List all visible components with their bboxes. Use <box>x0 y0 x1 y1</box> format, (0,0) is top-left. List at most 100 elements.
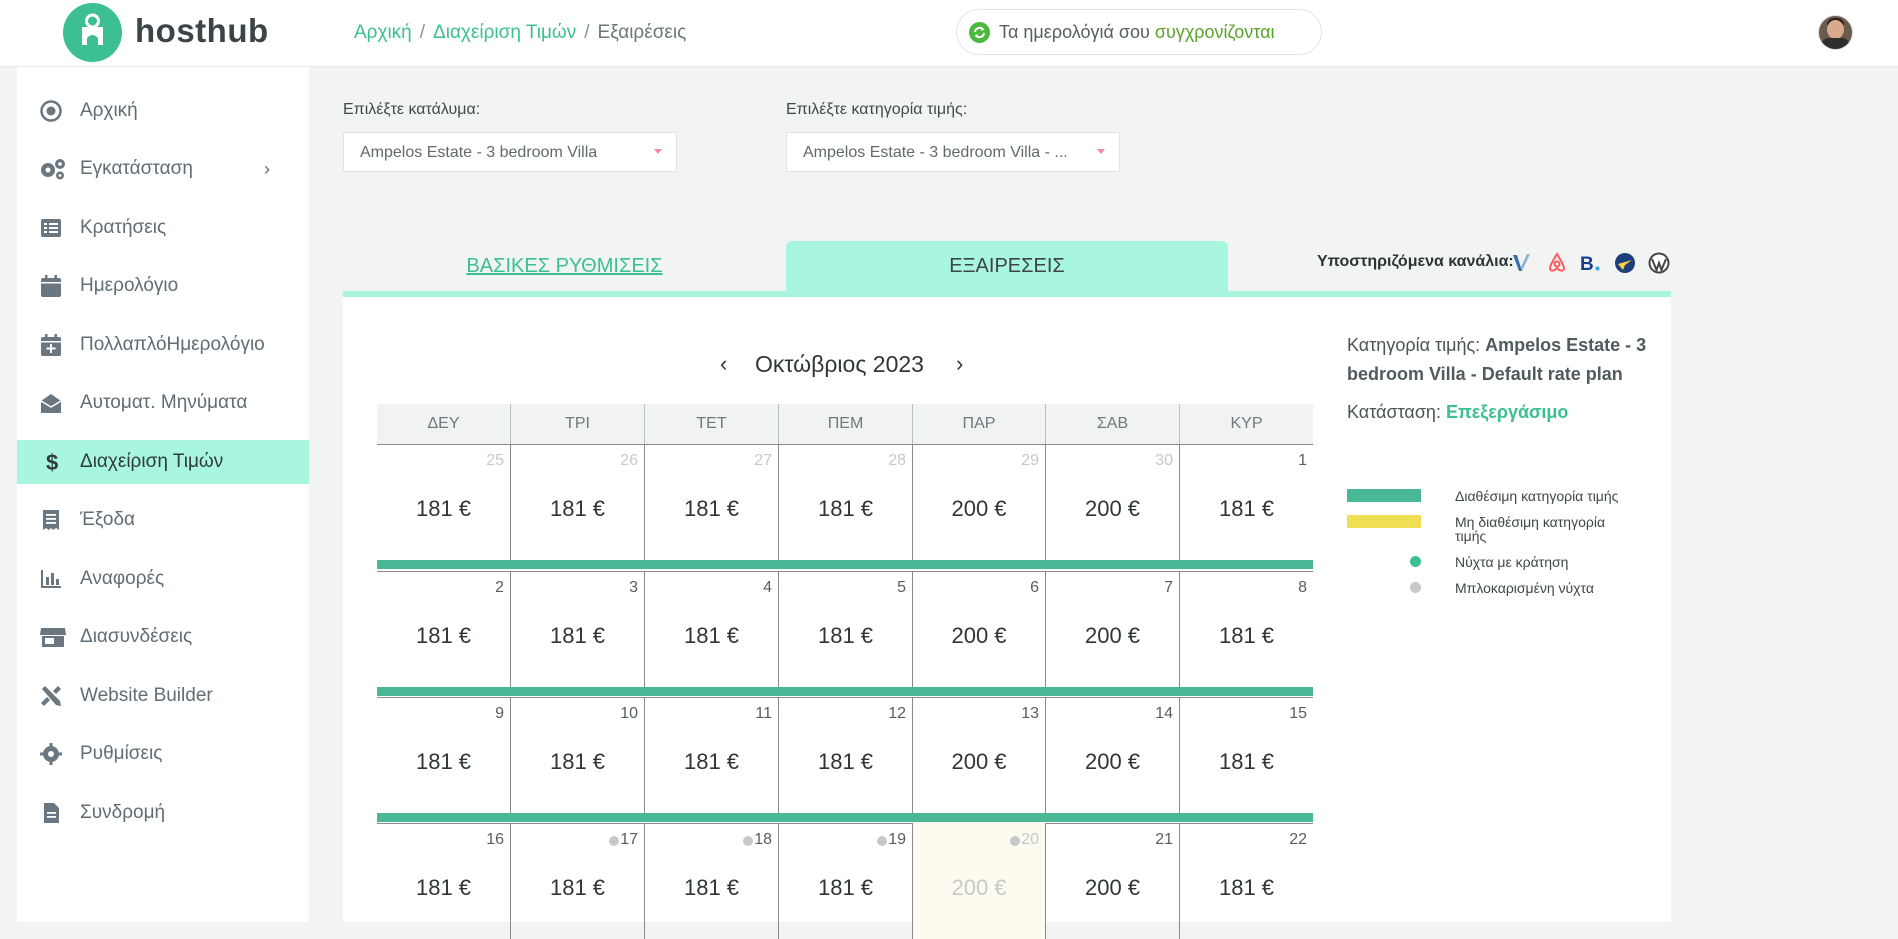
weekday-header-cell: ΤΡΙ <box>510 404 644 444</box>
bar-chart-icon <box>41 570 61 588</box>
day-price: 200 € <box>1084 749 1141 774</box>
available-rate-bar <box>377 813 1313 822</box>
calendar-plus-icon <box>41 334 61 356</box>
document-icon <box>44 803 59 823</box>
day-price: 181 € <box>415 875 472 900</box>
expedia-icon[interactable] <box>1613 251 1637 275</box>
chevron-right-icon[interactable]: › <box>956 351 963 377</box>
sidebar-item-label: Ημερολόγιο <box>80 275 179 296</box>
calendar-day-cell[interactable]: 10 181 € <box>510 697 644 813</box>
tools-icon <box>41 686 61 706</box>
chevron-left-icon[interactable]: ‹ <box>720 351 727 377</box>
day-number: 25 <box>486 452 504 469</box>
day-price: 181 € <box>1218 623 1275 648</box>
calendar-day-cell[interactable]: 1 181 € <box>1179 444 1313 560</box>
legend-unavailable-swatch <box>1347 515 1421 528</box>
calendar-day-cell[interactable]: 28 181 € <box>778 444 912 560</box>
list-icon <box>41 219 61 237</box>
legend-available-label: Διαθέσιμη κατηγορία τιμής <box>1455 488 1619 504</box>
day-price: 181 € <box>1218 749 1275 774</box>
calendar-day-cell[interactable]: 12 181 € <box>778 697 912 813</box>
calendar-day-cell[interactable]: 9 181 € <box>377 697 510 813</box>
calendar-day-cell[interactable]: 26 181 € <box>510 444 644 560</box>
calendar-day-cell[interactable]: 25 181 € <box>377 444 510 560</box>
calendar-day-cell[interactable]: 15 181 € <box>1179 697 1313 813</box>
day-price: 200 € <box>951 875 1007 900</box>
calendar-day-cell[interactable]: 7 200 € <box>1045 571 1179 687</box>
day-number: 11 <box>755 705 772 722</box>
sidebar-item-pricing[interactable]: $ Διαχείριση Τιμών <box>17 440 309 484</box>
sidebar-item-website-builder[interactable]: Website Builder <box>17 674 309 718</box>
sidebar-item-subscription[interactable]: Συνδρομή <box>17 791 309 835</box>
calendar-day-cell[interactable]: 13 200 € <box>912 697 1045 813</box>
day-number: 15 <box>1289 705 1307 722</box>
rate-select[interactable]: Ampelos Estate - 3 bedroom Villa - ... <box>786 132 1120 172</box>
breadcrumb-pricing-link[interactable]: Διαχείριση Τιμών <box>433 22 576 43</box>
calendar-day-cell[interactable]: 6 200 € <box>912 571 1045 687</box>
rate-category-line: Κατηγορία τιμής: Ampelos Estate - 3 bedr… <box>1347 331 1647 389</box>
sidebar-item-reports[interactable]: Αναφορές <box>17 557 309 601</box>
booking-icon[interactable]: B <box>1578 251 1602 275</box>
avatar-body <box>1821 38 1850 49</box>
day-price: 181 € <box>549 496 606 521</box>
sidebar-item-label: Συνδρομή <box>80 802 166 823</box>
legend-unavailable-label: Μη διαθέσιμη κατηγορία τιμής <box>1455 514 1606 544</box>
calendar-day-cell[interactable]: 5 181 € <box>778 571 912 687</box>
day-price: 181 € <box>415 749 472 774</box>
status-line: Κατάσταση: Επεξεργάσιμο <box>1347 398 1647 427</box>
day-price: 200 € <box>951 496 1007 521</box>
sidebar-item-multi-calendar[interactable]: ΠολλαπλόΗμερολόγιο <box>17 323 309 367</box>
svg-text:$: $ <box>46 450 58 474</box>
tab-exceptions[interactable]: ΕΞΑΙΡΕΣΕΙΣ <box>786 241 1228 291</box>
chevron-right-icon: › <box>264 159 270 179</box>
available-rate-bar <box>377 560 1313 569</box>
sidebar-item-expenses[interactable]: Έξοδα <box>17 498 309 542</box>
wordpress-icon[interactable] <box>1647 251 1671 275</box>
sidebar-item-bookings[interactable]: Κρατήσεις <box>17 206 309 250</box>
property-select[interactable]: Ampelos Estate - 3 bedroom Villa <box>343 132 677 172</box>
calendar-day-cell[interactable]: 4 181 € <box>644 571 778 687</box>
day-price: 181 € <box>549 875 606 900</box>
calendar-day-cell[interactable]: 29 200 € <box>912 444 1045 560</box>
sidebar-item-home[interactable]: Αρχική <box>17 89 309 133</box>
legend-booked-label: Νύχτα με κράτηση <box>1455 554 1569 570</box>
sidebar-item-label: Εγκατάσταση <box>80 158 193 179</box>
calendar-day-cell[interactable]: 2 181 € <box>377 571 510 687</box>
breadcrumb-home-link[interactable]: Αρχική <box>354 22 412 43</box>
calendar-day-cell[interactable]: 30 200 € <box>1045 444 1179 560</box>
legend-booked-dot <box>1410 556 1421 567</box>
user-avatar[interactable] <box>1818 15 1853 50</box>
airbnb-icon[interactable] <box>1545 251 1569 275</box>
app-name[interactable]: hosthub <box>135 12 269 50</box>
sync-status-pill[interactable]: Τα ημερολόγιά σου συγχρονίζονται <box>956 9 1322 55</box>
calendar-day-cell[interactable]: 27 181 € <box>644 444 778 560</box>
weekday-header-cell: ΣΑΒ <box>1045 404 1179 444</box>
sidebar-item-label: Έξοδα <box>80 509 136 530</box>
calendar-icon <box>41 275 61 297</box>
calendar-day-cell[interactable]: 14 200 € <box>1045 697 1179 813</box>
calendar-day-cell[interactable]: 11 181 € <box>644 697 778 813</box>
sidebar-item-label: Διασυνδέσεις <box>80 626 193 647</box>
rate-select-value: Ampelos Estate - 3 bedroom Villa - ... <box>803 144 1068 161</box>
tab-basic-settings[interactable]: ΒΑΣΙΚΕΣ ΡΥΘΜΙΣΕΙΣ <box>343 241 786 291</box>
day-number: 13 <box>1021 705 1039 722</box>
day-number: 2 <box>495 579 504 596</box>
sidebar-item-setup[interactable]: Εγκατάσταση › <box>17 147 309 191</box>
day-number: 8 <box>1298 579 1307 596</box>
sidebar: Αρχική Εγκατάσταση › Κρατήσεις Ημερολόγι… <box>17 67 309 922</box>
calendar-day-cell[interactable]: 8 181 € <box>1179 571 1313 687</box>
hosthub-logo-icon[interactable] <box>63 3 122 62</box>
sidebar-item-calendar[interactable]: Ημερολόγιο <box>17 264 309 308</box>
receipt-icon <box>43 510 59 530</box>
sidebar-item-settings[interactable]: Ρυθμίσεις <box>17 732 309 776</box>
vrbo-icon[interactable] <box>1510 251 1534 275</box>
day-number: 16 <box>486 831 504 848</box>
day-number: 27 <box>754 452 772 469</box>
svg-text:B: B <box>1580 254 1594 275</box>
sidebar-item-auto-messages[interactable]: Αυτοματ. Μηνύματα <box>17 381 309 425</box>
calendar-day-cell[interactable]: 3 181 € <box>510 571 644 687</box>
day-price: 181 € <box>817 749 874 774</box>
day-price: 181 € <box>1218 496 1275 521</box>
sidebar-item-integrations[interactable]: Διασυνδέσεις <box>17 615 309 659</box>
rate-info: Κατηγορία τιμής: Ampelos Estate - 3 bedr… <box>1347 331 1647 427</box>
